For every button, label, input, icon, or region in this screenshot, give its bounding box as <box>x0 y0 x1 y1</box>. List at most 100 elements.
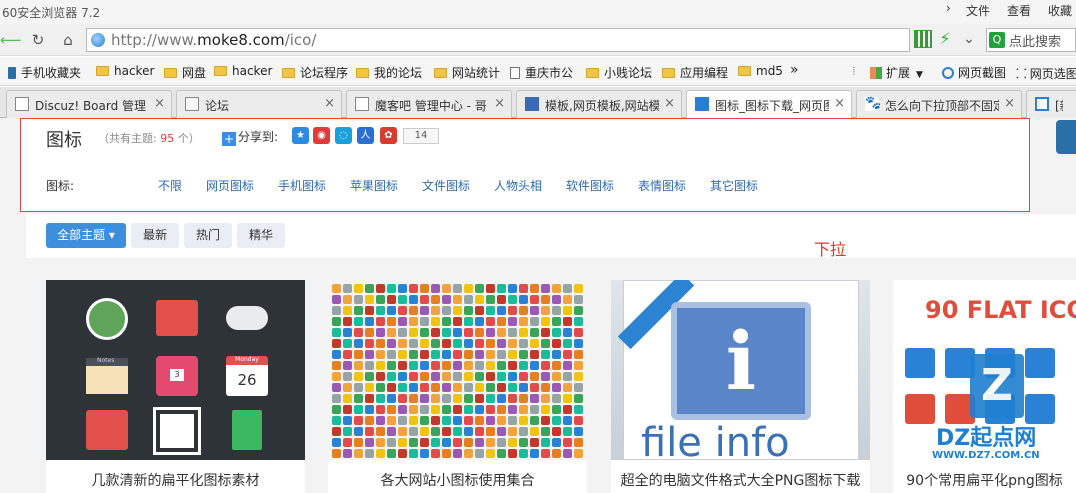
filter-all-topics[interactable]: 全部主题 ▾ <box>46 223 126 248</box>
mini-icon <box>552 372 561 381</box>
tab-scroll-question[interactable]: 🐾 怎么向下拉顶部不固定 × <box>856 90 1022 118</box>
filter-featured[interactable]: 精华 <box>237 223 285 248</box>
mini-icon <box>486 449 495 458</box>
close-icon[interactable]: × <box>834 96 845 111</box>
bookmark-hacker-1[interactable]: hacker <box>96 64 154 78</box>
qzone-share-icon[interactable]: ★ <box>292 127 309 144</box>
mini-icon <box>365 372 374 381</box>
menu-favorites[interactable]: 收藏 <box>1048 2 1072 19</box>
close-icon[interactable]: × <box>664 96 675 111</box>
filter-newest[interactable]: 最新 <box>131 223 179 248</box>
mini-icon <box>332 317 341 326</box>
close-icon[interactable]: × <box>154 96 165 111</box>
mini-icon <box>431 416 440 425</box>
more-bookmarks-icon[interactable]: » <box>790 62 799 78</box>
mini-icon <box>398 306 407 315</box>
side-share-button[interactable] <box>1056 120 1076 154</box>
close-icon[interactable]: × <box>324 96 335 111</box>
category-emoji-icons[interactable]: 表情图标 <box>638 177 686 194</box>
search-field[interactable]: Q 点此搜索 <box>986 28 1076 52</box>
reload-icon[interactable]: ↻ <box>28 30 48 50</box>
mini-icon <box>497 284 506 293</box>
tencent-weibo-share-icon[interactable]: ◌ <box>335 127 352 144</box>
netease-share-icon[interactable]: ✿ <box>380 127 397 144</box>
dropdown-icon: ▼ <box>916 70 923 80</box>
mini-icon <box>552 438 561 447</box>
mini-icon <box>497 295 506 304</box>
menu-view[interactable]: 查看 <box>1007 2 1031 19</box>
category-file-icons[interactable]: 文件图标 <box>422 177 470 194</box>
mini-icon <box>365 361 374 370</box>
folder-icon <box>356 68 369 78</box>
mini-icon <box>453 306 462 315</box>
category-other-icons[interactable]: 其它图标 <box>710 177 758 194</box>
bookmark-md5[interactable]: md5 <box>738 64 783 78</box>
bookmark-hacker-2[interactable]: hacker <box>214 64 272 78</box>
mini-icon <box>530 405 539 414</box>
renren-share-icon[interactable]: 人 <box>357 127 374 144</box>
category-apple-icons[interactable]: 苹果图标 <box>350 177 398 194</box>
mini-icon <box>563 372 572 381</box>
bookmark-forum-programs[interactable]: 论坛程序 <box>282 64 348 81</box>
mini-icon <box>376 449 385 458</box>
qr-code-icon[interactable] <box>914 30 932 48</box>
filter-hot[interactable]: 热门 <box>184 223 232 248</box>
card-caption: 超全的电脑文件格式大全PNG图标下载 <box>620 473 861 489</box>
bookmark-site-stats[interactable]: 网站统计 <box>434 64 500 81</box>
mini-icon <box>354 295 363 304</box>
mini-icon <box>475 284 484 293</box>
mini-icon <box>541 449 550 458</box>
moke-favicon-icon <box>525 97 539 111</box>
pick-image-button[interactable]: ⸬ 网页选图 <box>1016 64 1076 82</box>
picture-icon <box>153 407 201 455</box>
menu-chevron-icon[interactable]: › <box>946 1 951 15</box>
bookmark-chongqing[interactable]: 重庆市公 <box>510 64 573 81</box>
search-engine-icon[interactable]: Q <box>989 32 1005 48</box>
category-software-icons[interactable]: 软件图标 <box>566 177 614 194</box>
tab-forum[interactable]: 论坛 × <box>176 90 342 118</box>
category-web-icons[interactable]: 网页图标 <box>206 177 254 194</box>
tab-icons-active[interactable]: 图标_图标下载_网页图 × <box>686 90 852 119</box>
document-icon <box>232 410 262 450</box>
mini-icon <box>475 394 484 403</box>
card-site-icons[interactable]: 各大网站小图标使用集合 <box>328 280 587 493</box>
chevron-down-icon[interactable]: ⌄ <box>960 30 978 48</box>
mini-icon <box>552 284 561 293</box>
mini-icon <box>420 284 429 293</box>
mini-icon <box>563 339 572 348</box>
mini-icon <box>541 427 550 436</box>
close-icon[interactable]: × <box>1004 96 1015 111</box>
bookmark-mobile[interactable]: 手机收藏夹 <box>8 64 81 81</box>
bookmark-xiaojian-forum[interactable]: 小贱论坛 <box>586 64 652 81</box>
category-avatars[interactable]: 人物头相 <box>494 177 542 194</box>
tab-moke-admin[interactable]: 魔客吧 管理中心 - 哥 × <box>346 90 512 118</box>
close-icon[interactable]: × <box>494 96 505 111</box>
extensions-button[interactable]: 扩展 ▼ <box>870 64 923 81</box>
mini-icon <box>486 438 495 447</box>
mini-icon <box>376 361 385 370</box>
bookmark-my-forum[interactable]: 我的论坛 <box>356 64 422 81</box>
lightning-icon[interactable]: ⚡ <box>936 30 954 48</box>
tab-new[interactable]: [新 <box>1026 90 1076 118</box>
mini-icon <box>343 372 352 381</box>
category-all[interactable]: 不限 <box>158 177 182 194</box>
weibo-share-icon[interactable]: ◉ <box>313 127 330 144</box>
category-mobile-icons[interactable]: 手机图标 <box>278 177 326 194</box>
mini-icon <box>464 339 473 348</box>
card-flat-icons[interactable]: Notes 3 Monday 26 几款清新的扁平化图标素材 <box>46 280 305 493</box>
back-icon[interactable]: ⟵ <box>0 30 22 50</box>
folder-icon <box>662 68 675 78</box>
mini-icon <box>365 416 374 425</box>
mini-icon <box>409 284 418 293</box>
mini-icon <box>541 295 550 304</box>
menu-file[interactable]: 文件 <box>966 2 990 19</box>
bookmark-netdisk[interactable]: 网盘 <box>164 64 206 81</box>
screenshot-button[interactable]: 网页截图 <box>942 64 1006 81</box>
mini-icon <box>464 438 473 447</box>
url-field[interactable]: http://www.moke8.com/ico/ <box>86 28 910 52</box>
card-file-format-icons[interactable]: i file info 超全的电脑文件格式大全PNG图标下载 <box>611 280 870 493</box>
bookmark-app-programming[interactable]: 应用编程 <box>662 64 728 81</box>
tab-templates[interactable]: 模板,网页模板,网站模 × <box>516 90 682 118</box>
tab-discuz[interactable]: Discuz! Board 管理 × <box>6 90 172 118</box>
home-icon[interactable]: ⌂ <box>58 30 78 50</box>
